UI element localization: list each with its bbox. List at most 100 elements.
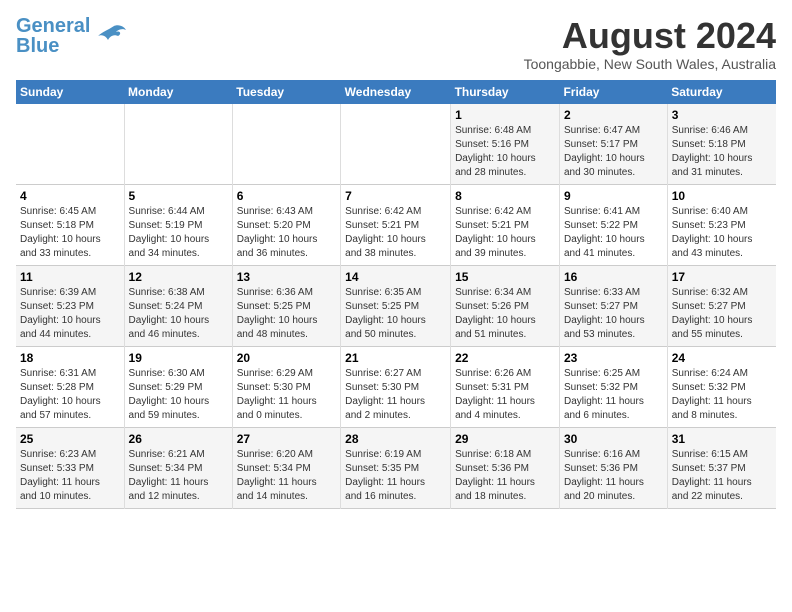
weekday-header-tuesday: Tuesday: [232, 80, 340, 104]
day-cell: 4Sunrise: 6:45 AM Sunset: 5:18 PM Daylig…: [16, 184, 124, 265]
day-info: Sunrise: 6:44 AM Sunset: 5:19 PM Dayligh…: [129, 205, 228, 261]
day-number: 15: [455, 270, 555, 284]
day-info: Sunrise: 6:35 AM Sunset: 5:25 PM Dayligh…: [345, 286, 446, 342]
day-number: 29: [455, 432, 555, 446]
day-number: 17: [672, 270, 772, 284]
day-cell: [232, 104, 340, 185]
day-cell: 18 Sunrise: 6:31 AM Sunset: 5:28 PM Dayli…: [16, 346, 124, 427]
day-cell: 19 Sunrise: 6:30 AM Sunset: 5:29 PM Dayli…: [124, 346, 232, 427]
day-number: 2: [564, 108, 663, 122]
day-info: Sunrise: 6:27 AM Sunset: 5:30 PM Dayligh…: [345, 367, 446, 423]
day-info: Sunrise: 6:15 AM Sunset: 5:37 PM Dayligh…: [672, 448, 772, 504]
day-number: 27: [237, 432, 336, 446]
day-info: Sunrise: 6:26 AM Sunset: 5:31 PM Dayligh…: [455, 367, 555, 423]
day-number: 12: [129, 270, 228, 284]
day-cell: 29 Sunrise: 6:18 AM Sunset: 5:36 PM Dayli…: [451, 427, 560, 508]
day-info: Sunrise: 6:33 AM Sunset: 5:27 PM Dayligh…: [564, 286, 663, 342]
day-cell: 22 Sunrise: 6:26 AM Sunset: 5:31 PM Dayli…: [451, 346, 560, 427]
logo-bird-icon: [94, 22, 126, 50]
day-cell: 3 Sunrise: 6:46 AM Sunset: 5:18 PM Daylig…: [667, 104, 776, 185]
day-cell: 9 Sunrise: 6:41 AM Sunset: 5:22 PM Daylig…: [559, 184, 667, 265]
day-cell: 7 Sunrise: 6:42 AM Sunset: 5:21 PM Daylig…: [341, 184, 451, 265]
day-info: Sunrise: 6:43 AM Sunset: 5:20 PM Dayligh…: [237, 205, 336, 261]
day-number: 19: [129, 351, 228, 365]
day-info: Sunrise: 6:42 AM Sunset: 5:21 PM Dayligh…: [345, 205, 446, 261]
day-info: Sunrise: 6:42 AM Sunset: 5:21 PM Dayligh…: [455, 205, 555, 261]
day-number: 21: [345, 351, 446, 365]
day-cell: 16 Sunrise: 6:33 AM Sunset: 5:27 PM Dayli…: [559, 265, 667, 346]
weekday-header-thursday: Thursday: [451, 80, 560, 104]
day-cell: 31 Sunrise: 6:15 AM Sunset: 5:37 PM Dayli…: [667, 427, 776, 508]
day-info: Sunrise: 6:21 AM Sunset: 5:34 PM Dayligh…: [129, 448, 228, 504]
logo: General Blue: [16, 16, 126, 56]
day-number: 4: [20, 189, 120, 203]
day-info: Sunrise: 6:24 AM Sunset: 5:32 PM Dayligh…: [672, 367, 772, 423]
day-info: Sunrise: 6:16 AM Sunset: 5:36 PM Dayligh…: [564, 448, 663, 504]
day-info: Sunrise: 6:20 AM Sunset: 5:34 PM Dayligh…: [237, 448, 336, 504]
day-cell: 13 Sunrise: 6:36 AM Sunset: 5:25 PM Dayli…: [232, 265, 340, 346]
day-number: 30: [564, 432, 663, 446]
day-number: 9: [564, 189, 663, 203]
day-info: Sunrise: 6:36 AM Sunset: 5:25 PM Dayligh…: [237, 286, 336, 342]
week-row-4: 18 Sunrise: 6:31 AM Sunset: 5:28 PM Dayli…: [16, 346, 776, 427]
day-cell: 28 Sunrise: 6:19 AM Sunset: 5:35 PM Dayli…: [341, 427, 451, 508]
weekday-header-sunday: Sunday: [16, 80, 124, 104]
logo-text: General Blue: [16, 16, 90, 56]
day-info: Sunrise: 6:30 AM Sunset: 5:29 PM Dayligh…: [129, 367, 228, 423]
day-cell: 2Sunrise: 6:47 AM Sunset: 5:17 PM Daylig…: [559, 104, 667, 185]
day-info: Sunrise: 6:40 AM Sunset: 5:23 PM Dayligh…: [672, 205, 772, 261]
day-number: 28: [345, 432, 446, 446]
day-number: 26: [129, 432, 228, 446]
day-number: 6: [237, 189, 336, 203]
day-info: Sunrise: 6:39 AM Sunset: 5:23 PM Dayligh…: [20, 286, 120, 342]
day-number: 7: [345, 189, 446, 203]
day-number: 11: [20, 270, 120, 284]
day-number: 31: [672, 432, 772, 446]
day-info: Sunrise: 6:23 AM Sunset: 5:33 PM Dayligh…: [20, 448, 120, 504]
title-block: August 2024 Toongabbie, New South Wales,…: [524, 16, 776, 72]
day-info: Sunrise: 6:25 AM Sunset: 5:32 PM Dayligh…: [564, 367, 663, 423]
day-cell: 24 Sunrise: 6:24 AM Sunset: 5:32 PM Dayli…: [667, 346, 776, 427]
day-number: 14: [345, 270, 446, 284]
day-number: 22: [455, 351, 555, 365]
day-number: 23: [564, 351, 663, 365]
weekday-header-monday: Monday: [124, 80, 232, 104]
day-info: Sunrise: 6:41 AM Sunset: 5:22 PM Dayligh…: [564, 205, 663, 261]
day-cell: 5Sunrise: 6:44 AM Sunset: 5:19 PM Daylig…: [124, 184, 232, 265]
day-cell: 27 Sunrise: 6:20 AM Sunset: 5:34 PM Dayli…: [232, 427, 340, 508]
day-cell: 1 Sunrise: 6:48 AM Sunset: 5:16 PM Daylig…: [451, 104, 560, 185]
day-cell: 30 Sunrise: 6:16 AM Sunset: 5:36 PM Dayli…: [559, 427, 667, 508]
day-cell: [341, 104, 451, 185]
day-info: Sunrise: 6:32 AM Sunset: 5:27 PM Dayligh…: [672, 286, 772, 342]
day-info: Sunrise: 6:31 AM Sunset: 5:28 PM Dayligh…: [20, 367, 120, 423]
day-info: Sunrise: 6:46 AM Sunset: 5:18 PM Dayligh…: [672, 124, 772, 180]
weekday-header-wednesday: Wednesday: [341, 80, 451, 104]
day-cell: 26 Sunrise: 6:21 AM Sunset: 5:34 PM Dayli…: [124, 427, 232, 508]
day-info: Sunrise: 6:19 AM Sunset: 5:35 PM Dayligh…: [345, 448, 446, 504]
page-header: General Blue August 2024 Toongabbie, New…: [16, 16, 776, 72]
day-number: 24: [672, 351, 772, 365]
day-number: 18: [20, 351, 120, 365]
day-cell: 17 Sunrise: 6:32 AM Sunset: 5:27 PM Dayli…: [667, 265, 776, 346]
day-number: 13: [237, 270, 336, 284]
day-info: Sunrise: 6:34 AM Sunset: 5:26 PM Dayligh…: [455, 286, 555, 342]
day-number: 10: [672, 189, 772, 203]
week-row-5: 25 Sunrise: 6:23 AM Sunset: 5:33 PM Dayli…: [16, 427, 776, 508]
day-cell: 6 Sunrise: 6:43 AM Sunset: 5:20 PM Daylig…: [232, 184, 340, 265]
day-info: Sunrise: 6:18 AM Sunset: 5:36 PM Dayligh…: [455, 448, 555, 504]
day-cell: 23 Sunrise: 6:25 AM Sunset: 5:32 PM Dayli…: [559, 346, 667, 427]
day-number: 25: [20, 432, 120, 446]
weekday-header-row: SundayMondayTuesdayWednesdayThursdayFrid…: [16, 80, 776, 104]
day-cell: 12Sunrise: 6:38 AM Sunset: 5:24 PM Dayli…: [124, 265, 232, 346]
day-info: Sunrise: 6:29 AM Sunset: 5:30 PM Dayligh…: [237, 367, 336, 423]
day-number: 16: [564, 270, 663, 284]
day-cell: [16, 104, 124, 185]
day-cell: 15 Sunrise: 6:34 AM Sunset: 5:26 PM Dayli…: [451, 265, 560, 346]
day-number: 3: [672, 108, 772, 122]
weekday-header-friday: Friday: [559, 80, 667, 104]
day-info: Sunrise: 6:48 AM Sunset: 5:16 PM Dayligh…: [455, 124, 555, 180]
day-cell: 21 Sunrise: 6:27 AM Sunset: 5:30 PM Dayli…: [341, 346, 451, 427]
day-number: 1: [455, 108, 555, 122]
week-row-2: 4Sunrise: 6:45 AM Sunset: 5:18 PM Daylig…: [16, 184, 776, 265]
day-cell: 11 Sunrise: 6:39 AM Sunset: 5:23 PM Dayli…: [16, 265, 124, 346]
